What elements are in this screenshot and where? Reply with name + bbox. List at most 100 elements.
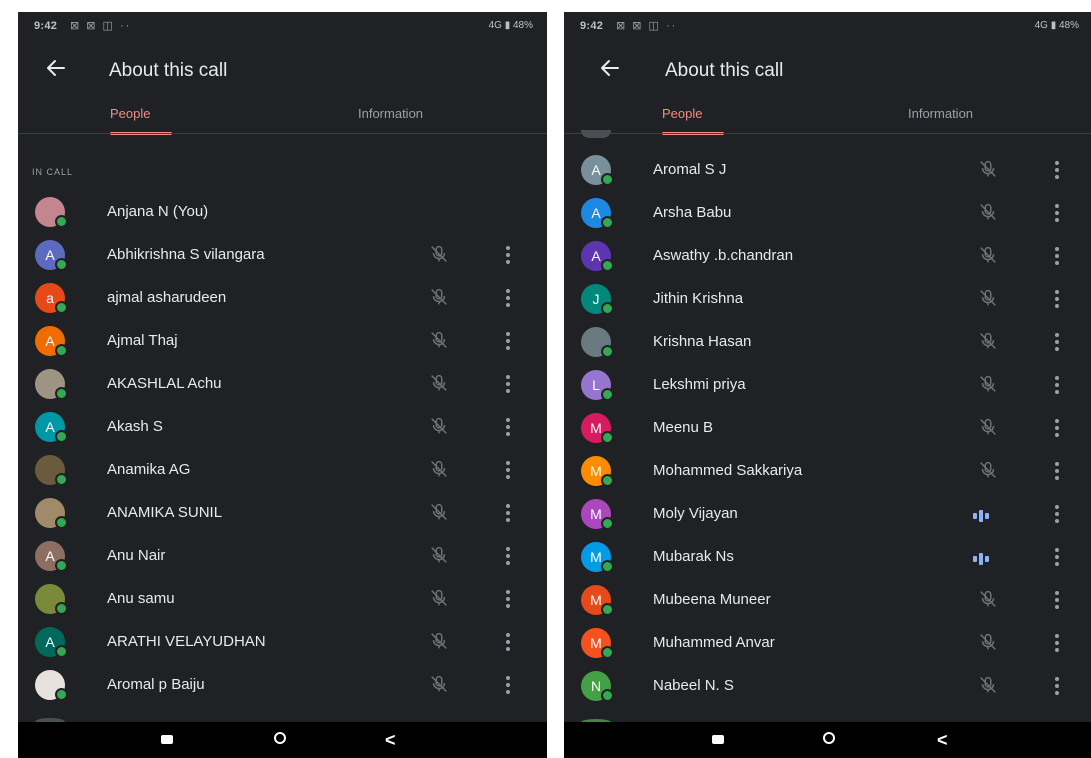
avatar-initial: M	[590, 592, 602, 608]
mic-off-icon[interactable]	[977, 201, 999, 223]
mic-off-icon[interactable]	[428, 673, 450, 695]
participant-row[interactable]: AKASHLAL Achu	[18, 362, 547, 405]
tab-information[interactable]: Information	[358, 106, 423, 121]
online-indicator	[601, 302, 614, 315]
home-icon[interactable]	[274, 732, 286, 744]
partial-avatar	[581, 130, 611, 138]
tab-information[interactable]: Information	[908, 106, 973, 121]
online-indicator	[601, 216, 614, 229]
mic-off-icon[interactable]	[977, 416, 999, 438]
tab-people[interactable]: People	[662, 106, 702, 121]
participant-row[interactable]: M Mubarak Ns	[564, 535, 1091, 578]
mic-off-icon[interactable]	[977, 287, 999, 309]
more-options-icon[interactable]	[1052, 202, 1062, 224]
mic-off-icon[interactable]	[977, 631, 999, 653]
more-options-icon[interactable]	[1052, 288, 1062, 310]
avatar: a	[35, 283, 68, 314]
participant-row[interactable]: A Aromal S J	[564, 148, 1091, 191]
more-options-icon[interactable]	[1052, 460, 1062, 482]
more-options-icon[interactable]	[1052, 245, 1062, 267]
back-arrow-icon[interactable]	[44, 56, 68, 80]
participant-name: ARATHI VELAYUDHAN	[107, 633, 266, 650]
avatar: M	[581, 456, 614, 487]
notification-icons: ⊠ ⊠ ◫ ··	[616, 20, 678, 32]
participant-row[interactable]: A ARATHI VELAYUDHAN	[18, 620, 547, 663]
online-indicator	[55, 559, 68, 572]
home-icon[interactable]	[823, 732, 835, 744]
participant-row[interactable]: A Abhikrishna S vilangara	[18, 233, 547, 276]
more-options-icon[interactable]	[1052, 589, 1062, 611]
more-options-icon[interactable]	[1052, 417, 1062, 439]
more-options-icon[interactable]	[503, 502, 513, 524]
more-options-icon[interactable]	[1052, 374, 1062, 396]
participant-row[interactable]: A Akash S	[18, 405, 547, 448]
avatar: M	[581, 542, 614, 573]
mic-off-icon[interactable]	[428, 587, 450, 609]
participant-name: Mubeena Muneer	[653, 591, 771, 608]
participant-row[interactable]: M Mubeena Muneer	[564, 578, 1091, 621]
participant-row[interactable]: M Moly Vijayan	[564, 492, 1091, 535]
mic-off-icon[interactable]	[428, 415, 450, 437]
mic-off-icon[interactable]	[977, 674, 999, 696]
participant-row[interactable]: M Muhammed Anvar	[564, 621, 1091, 664]
more-options-icon[interactable]	[503, 674, 513, 696]
participant-row[interactable]: Aromal p Baiju	[18, 663, 547, 706]
more-options-icon[interactable]	[1052, 675, 1062, 697]
participant-row[interactable]: Krishna Hasan	[564, 320, 1091, 363]
participant-row[interactable]: A Arsha Babu	[564, 191, 1091, 234]
participant-row[interactable]: M Mohammed Sakkariya	[564, 449, 1091, 492]
participant-name: Nabeel N. S	[653, 677, 734, 694]
more-options-icon[interactable]	[503, 545, 513, 567]
participant-row[interactable]: A Aswathy .b.chandran	[564, 234, 1091, 277]
mic-off-icon[interactable]	[428, 243, 450, 265]
recents-icon[interactable]	[161, 735, 173, 744]
participant-row[interactable]: A Ajmal Thaj	[18, 319, 547, 362]
participant-row[interactable]: Anu samu	[18, 577, 547, 620]
more-options-icon[interactable]	[503, 416, 513, 438]
mic-off-icon[interactable]	[428, 286, 450, 308]
participant-row[interactable]: L Lekshmi priya	[564, 363, 1091, 406]
more-options-icon[interactable]	[503, 459, 513, 481]
participant-row[interactable]: J Jithin Krishna	[564, 277, 1091, 320]
participant-row[interactable]: A Anu Nair	[18, 534, 547, 577]
mic-off-icon[interactable]	[977, 330, 999, 352]
back-arrow-icon[interactable]	[598, 56, 622, 80]
participant-row[interactable]: a ajmal asharudeen	[18, 276, 547, 319]
more-options-icon[interactable]	[503, 287, 513, 309]
more-options-icon[interactable]	[1052, 546, 1062, 568]
participant-name: Anu Nair	[107, 547, 166, 564]
mic-off-icon[interactable]	[977, 588, 999, 610]
participant-row[interactable]: ANAMIKA SUNIL	[18, 491, 547, 534]
section-in-call: IN CALL	[32, 167, 74, 177]
tab-people[interactable]: People	[110, 106, 150, 121]
mic-off-icon[interactable]	[428, 501, 450, 523]
more-options-icon[interactable]	[503, 244, 513, 266]
mic-off-icon[interactable]	[428, 630, 450, 652]
mic-off-icon[interactable]	[977, 244, 999, 266]
mic-off-icon[interactable]	[428, 372, 450, 394]
more-options-icon[interactable]	[503, 373, 513, 395]
mic-off-icon[interactable]	[977, 158, 999, 180]
mic-off-icon[interactable]	[428, 329, 450, 351]
more-options-icon[interactable]	[1052, 632, 1062, 654]
more-options-icon[interactable]	[1052, 331, 1062, 353]
mic-off-icon[interactable]	[977, 459, 999, 481]
back-nav-icon[interactable]: <	[937, 730, 948, 751]
more-options-icon[interactable]	[1052, 159, 1062, 181]
mic-off-icon[interactable]	[428, 544, 450, 566]
avatar: M	[581, 413, 614, 444]
more-options-icon[interactable]	[503, 588, 513, 610]
back-nav-icon[interactable]: <	[385, 730, 396, 751]
avatar: A	[35, 541, 68, 572]
participant-row[interactable]: Anjana N (You)	[18, 190, 547, 233]
recents-icon[interactable]	[712, 735, 724, 744]
more-options-icon[interactable]	[1052, 503, 1062, 525]
mic-off-icon[interactable]	[428, 458, 450, 480]
participant-row[interactable]: Anamika AG	[18, 448, 547, 491]
mic-off-icon[interactable]	[977, 373, 999, 395]
more-options-icon[interactable]	[503, 330, 513, 352]
participant-row[interactable]: N Nabeel N. S	[564, 664, 1091, 707]
more-options-icon[interactable]	[503, 631, 513, 653]
participant-row[interactable]: M Meenu B	[564, 406, 1091, 449]
avatar	[581, 327, 614, 358]
